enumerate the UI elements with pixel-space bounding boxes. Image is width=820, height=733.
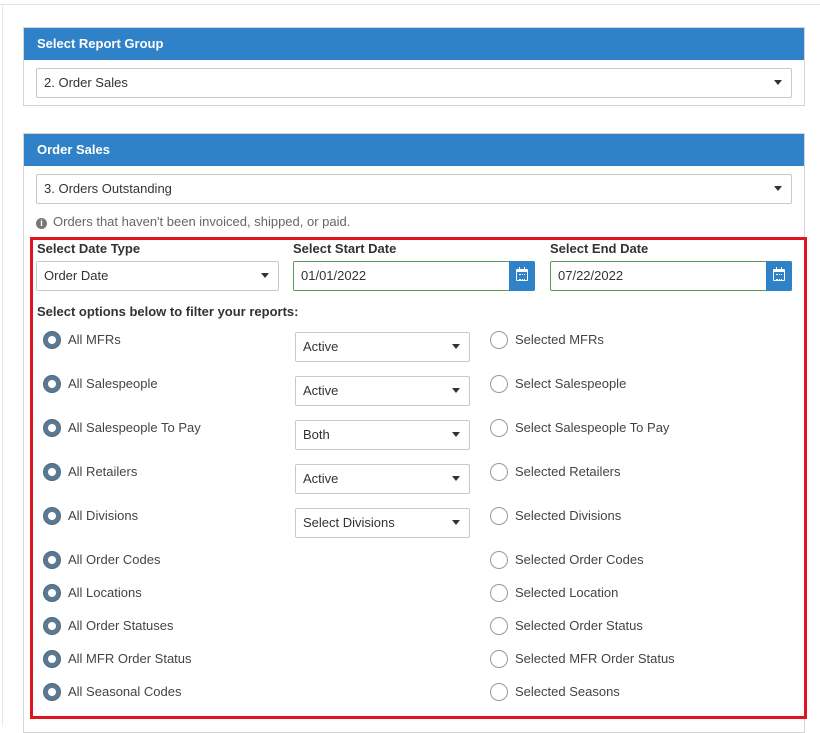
filter-selected-radio[interactable]: [490, 463, 508, 481]
filter-selected-radio[interactable]: [490, 375, 508, 393]
calendar-icon: [516, 267, 528, 281]
info-circle-icon: i: [36, 218, 47, 229]
filter-all-label: All MFR Order Status: [68, 651, 192, 666]
filter-all-label: All Order Statuses: [68, 618, 174, 633]
chevron-down-icon: [261, 273, 269, 278]
filter-selected-label: Select Salespeople To Pay: [515, 420, 670, 435]
start-date-label: Select Start Date: [293, 241, 397, 256]
chevron-down-icon: [452, 476, 460, 481]
report-group-header: Select Report Group: [24, 28, 804, 60]
filter-selected-radio[interactable]: [490, 617, 508, 635]
filter-all-label: All Divisions: [68, 508, 139, 523]
order-sales-select-value: 3. Orders Outstanding: [44, 181, 172, 196]
chevron-down-icon: [774, 80, 782, 85]
report-description: i Orders that haven't been invoiced, ship…: [36, 214, 350, 229]
start-date-picker-button[interactable]: [509, 261, 535, 291]
filter-all-radio[interactable]: [43, 683, 61, 701]
filter-status-select[interactable]: Active: [295, 332, 470, 362]
start-date-value: 01/01/2022: [301, 268, 367, 283]
filter-all-label: All Locations: [68, 585, 142, 600]
filter-all-label: All Salespeople To Pay: [68, 420, 201, 435]
filter-all-radio[interactable]: [43, 507, 61, 525]
end-date-value: 07/22/2022: [558, 268, 624, 283]
filter-selected-label: Selected MFR Order Status: [515, 651, 675, 666]
date-type-value: Order Date: [44, 268, 109, 283]
start-date-input[interactable]: 01/01/2022: [293, 261, 535, 291]
filter-selected-radio[interactable]: [490, 419, 508, 437]
filter-all-radio[interactable]: [43, 650, 61, 668]
filter-all-radio[interactable]: [43, 419, 61, 437]
filter-all-radio[interactable]: [43, 617, 61, 635]
left-divider: [2, 4, 3, 726]
filter-selected-radio[interactable]: [490, 331, 508, 349]
filter-status-select[interactable]: Both: [295, 420, 470, 450]
filter-all-label: All Seasonal Codes: [68, 684, 182, 699]
filter-all-radio[interactable]: [43, 551, 61, 569]
filter-status-value: Select Divisions: [303, 515, 395, 530]
filter-status-select[interactable]: Select Divisions: [295, 508, 470, 538]
filter-selected-label: Selected Order Codes: [515, 552, 644, 567]
date-type-select[interactable]: Order Date: [36, 261, 279, 291]
filter-status-value: Active: [303, 471, 339, 486]
date-type-label: Select Date Type: [37, 241, 141, 256]
filter-all-radio[interactable]: [43, 331, 61, 349]
report-description-text: Orders that haven't been invoiced, shipp…: [53, 214, 351, 229]
report-group-select-value: 2. Order Sales: [44, 75, 128, 90]
filter-selected-radio[interactable]: [490, 683, 508, 701]
filter-status-value: Active: [303, 339, 339, 354]
filter-selected-label: Selected MFRs: [515, 332, 604, 347]
filter-selected-label: Selected Seasons: [515, 684, 620, 699]
chevron-down-icon: [452, 344, 460, 349]
end-date-picker-button[interactable]: [766, 261, 792, 291]
end-date-label: Select End Date: [550, 241, 649, 256]
filter-all-radio[interactable]: [43, 584, 61, 602]
filter-status-select[interactable]: Active: [295, 376, 470, 406]
filter-all-label: All Salespeople: [68, 376, 158, 391]
report-group-select[interactable]: 2. Order Sales: [36, 68, 792, 98]
filter-selected-radio[interactable]: [490, 584, 508, 602]
chevron-down-icon: [452, 388, 460, 393]
filter-selected-label: Select Salespeople: [515, 376, 627, 391]
filter-status-value: Active: [303, 383, 339, 398]
chevron-down-icon: [452, 520, 460, 525]
order-sales-header: Order Sales: [24, 134, 804, 166]
filter-heading: Select options below to filter your repo…: [37, 304, 299, 319]
chevron-down-icon: [452, 432, 460, 437]
filter-status-select[interactable]: Active: [295, 464, 470, 494]
filter-selected-label: Selected Retailers: [515, 464, 621, 479]
filter-selected-label: Selected Divisions: [515, 508, 622, 523]
filter-selected-radio[interactable]: [490, 650, 508, 668]
filter-selected-radio[interactable]: [490, 551, 508, 569]
filter-status-value: Both: [303, 427, 330, 442]
order-sales-report-select[interactable]: 3. Orders Outstanding: [36, 174, 792, 204]
filter-selected-label: Selected Location: [515, 585, 619, 600]
filter-all-label: All Retailers: [68, 464, 138, 479]
filter-all-label: All MFRs: [68, 332, 121, 347]
calendar-icon: [773, 267, 785, 281]
report-group-panel: Select Report Group 2. Order Sales: [23, 27, 805, 106]
filter-all-radio[interactable]: [43, 375, 61, 393]
end-date-input[interactable]: 07/22/2022: [550, 261, 792, 291]
top-divider: [0, 4, 820, 5]
filter-all-label: All Order Codes: [68, 552, 161, 567]
chevron-down-icon: [774, 186, 782, 191]
filter-selected-radio[interactable]: [490, 507, 508, 525]
filter-selected-label: Selected Order Status: [515, 618, 643, 633]
filter-all-radio[interactable]: [43, 463, 61, 481]
